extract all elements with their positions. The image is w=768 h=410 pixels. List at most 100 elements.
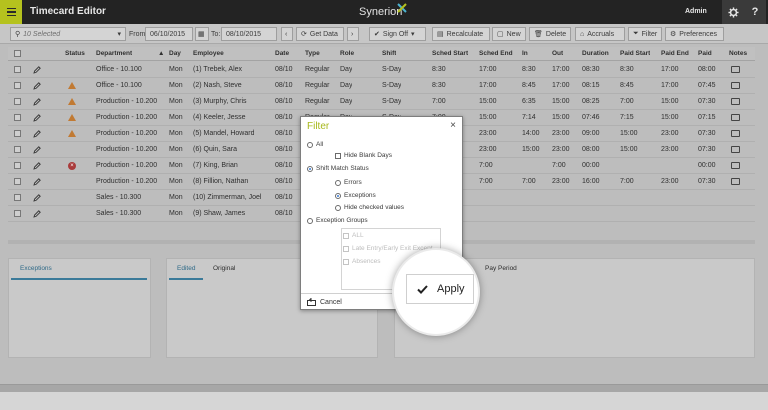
tab-edited[interactable]: Edited: [177, 265, 195, 272]
col-notes[interactable]: Notes: [729, 47, 747, 60]
cell-paid-end: 17:00: [661, 82, 679, 89]
col-day[interactable]: Day: [169, 47, 181, 60]
row-checkbox[interactable]: [14, 142, 21, 157]
shift-match-status-option[interactable]: Shift Match Status: [307, 165, 369, 172]
preferences-button[interactable]: ⚙ Preferences: [665, 27, 724, 41]
edit-pencil-icon[interactable]: [33, 158, 41, 173]
help-button[interactable]: ?: [744, 0, 766, 24]
row-checkbox[interactable]: [14, 206, 21, 221]
col-type[interactable]: Type: [305, 47, 320, 60]
radio-errors[interactable]: [335, 179, 341, 186]
col-shift[interactable]: Shift: [382, 47, 396, 60]
col-paid-end[interactable]: Paid End: [661, 47, 689, 60]
cell-in: 7:14: [522, 114, 536, 121]
col-status[interactable]: Status: [65, 47, 85, 60]
employee-selector[interactable]: ⚲ 10 Selected ▾: [10, 27, 126, 41]
tab-original[interactable]: Original: [213, 265, 235, 272]
row-checkbox[interactable]: [14, 78, 21, 93]
tab-pay-period[interactable]: Pay Period: [485, 265, 517, 272]
hide-blank-days-option[interactable]: Hide Blank Days: [335, 152, 392, 159]
edit-pencil-icon[interactable]: [33, 126, 41, 141]
radio-exceptions[interactable]: [335, 192, 341, 199]
note-icon[interactable]: [731, 126, 740, 141]
col-out[interactable]: Out: [552, 47, 563, 60]
hamburger-menu-icon[interactable]: [0, 0, 22, 24]
next-period-button[interactable]: ›: [347, 27, 359, 41]
cell-duration: 08:15: [582, 82, 600, 89]
filter-button[interactable]: ⏷ Filter: [628, 27, 662, 41]
edit-pencil-icon[interactable]: [33, 94, 41, 109]
col-paid[interactable]: Paid: [698, 47, 712, 60]
col-date[interactable]: Date: [275, 47, 289, 60]
cell-employee: (5) Mandel, Howard: [193, 130, 255, 137]
close-icon[interactable]: ×: [450, 120, 456, 131]
edit-pencil-icon[interactable]: [33, 78, 41, 93]
edit-pencil-icon[interactable]: [33, 110, 41, 125]
edit-pencil-icon[interactable]: [33, 62, 41, 77]
col-duration[interactable]: Duration: [582, 47, 609, 60]
col-department[interactable]: Department: [96, 47, 132, 60]
table-row[interactable]: Production - 10.200 Mon (3) Murphy, Chris 0…: [8, 94, 755, 110]
edit-pencil-icon[interactable]: [33, 190, 41, 205]
cell-paid: 08:00: [698, 66, 716, 73]
prev-period-button[interactable]: ‹: [281, 27, 293, 41]
get-data-button[interactable]: ⟳ Get Data: [296, 27, 344, 41]
edit-pencil-icon[interactable]: [33, 142, 41, 157]
row-checkbox[interactable]: [14, 190, 21, 205]
apply-button[interactable]: Apply: [406, 274, 474, 304]
note-icon[interactable]: [731, 62, 740, 77]
note-icon[interactable]: [731, 78, 740, 93]
row-checkbox[interactable]: [14, 110, 21, 125]
exception-groups-option[interactable]: Exception Groups: [307, 217, 368, 224]
note-icon[interactable]: [731, 174, 740, 189]
note-icon[interactable]: [731, 158, 740, 173]
hide-blank-days-checkbox[interactable]: [335, 152, 341, 159]
new-button[interactable]: ▢ New: [492, 27, 526, 41]
col-employee[interactable]: Employee: [193, 47, 224, 60]
table-row[interactable]: Office - 10.100 Mon (2) Nash, Steve 08/10 Re…: [8, 78, 755, 94]
cell-paid: 07:30: [698, 130, 716, 137]
sign-off-button[interactable]: ✔ Sign Off ▾: [369, 27, 426, 41]
filter-all-option[interactable]: All: [307, 141, 323, 148]
errors-option[interactable]: Errors: [335, 179, 362, 186]
table-row[interactable]: Office - 10.100 Mon (1) Trebek, Alex 08/10 R…: [8, 62, 755, 78]
edit-pencil-icon[interactable]: [33, 206, 41, 221]
user-name[interactable]: Admin: [685, 8, 707, 15]
col-sched-end[interactable]: Sched End: [479, 47, 513, 60]
cell-employee: (2) Nash, Steve: [193, 82, 242, 89]
row-checkbox[interactable]: [14, 62, 21, 77]
select-all-checkbox[interactable]: [14, 47, 21, 60]
exceptions-option[interactable]: Exceptions: [335, 192, 376, 199]
note-icon[interactable]: [731, 94, 740, 109]
from-date-field[interactable]: 06/10/2015: [145, 27, 193, 41]
note-icon[interactable]: [731, 110, 740, 125]
cancel-button[interactable]: Cancel: [307, 298, 342, 306]
col-in[interactable]: In: [522, 47, 528, 60]
note-icon[interactable]: [731, 142, 740, 157]
row-checkbox[interactable]: [14, 174, 21, 189]
cell-duration: 16:00: [582, 178, 600, 185]
radio-shift-match-status[interactable]: [307, 165, 313, 172]
radio-all[interactable]: [307, 141, 313, 148]
col-role[interactable]: Role: [340, 47, 354, 60]
col-sched-start[interactable]: Sched Start: [432, 47, 468, 60]
hide-checked-values-option[interactable]: Hide checked values: [335, 204, 404, 211]
tab-exceptions[interactable]: Exceptions: [20, 265, 52, 272]
row-checkbox[interactable]: [14, 158, 21, 173]
cell-sched-start: 8:30: [432, 66, 446, 73]
grid-header: Status Department ▲ Day Employee Date Ty…: [8, 47, 755, 61]
recalculate-button[interactable]: ▤ Recalculate: [432, 27, 490, 41]
row-checkbox[interactable]: [14, 94, 21, 109]
calendar-icon[interactable]: ▦: [195, 27, 209, 41]
row-checkbox[interactable]: [14, 126, 21, 141]
check-icon: ✔: [374, 31, 380, 38]
edit-pencil-icon[interactable]: [33, 174, 41, 189]
gear-icon[interactable]: [722, 0, 744, 24]
delete-button[interactable]: 🗑 Delete: [529, 27, 571, 41]
radio-exception-groups[interactable]: [307, 217, 313, 224]
to-date-field[interactable]: 08/10/2015: [221, 27, 277, 41]
radio-hide-checked-values[interactable]: [335, 204, 341, 211]
col-paid-start[interactable]: Paid Start: [620, 47, 650, 60]
accruals-button[interactable]: ⌂ Accruals: [575, 27, 625, 41]
horizontal-scrollbar[interactable]: [0, 384, 768, 392]
